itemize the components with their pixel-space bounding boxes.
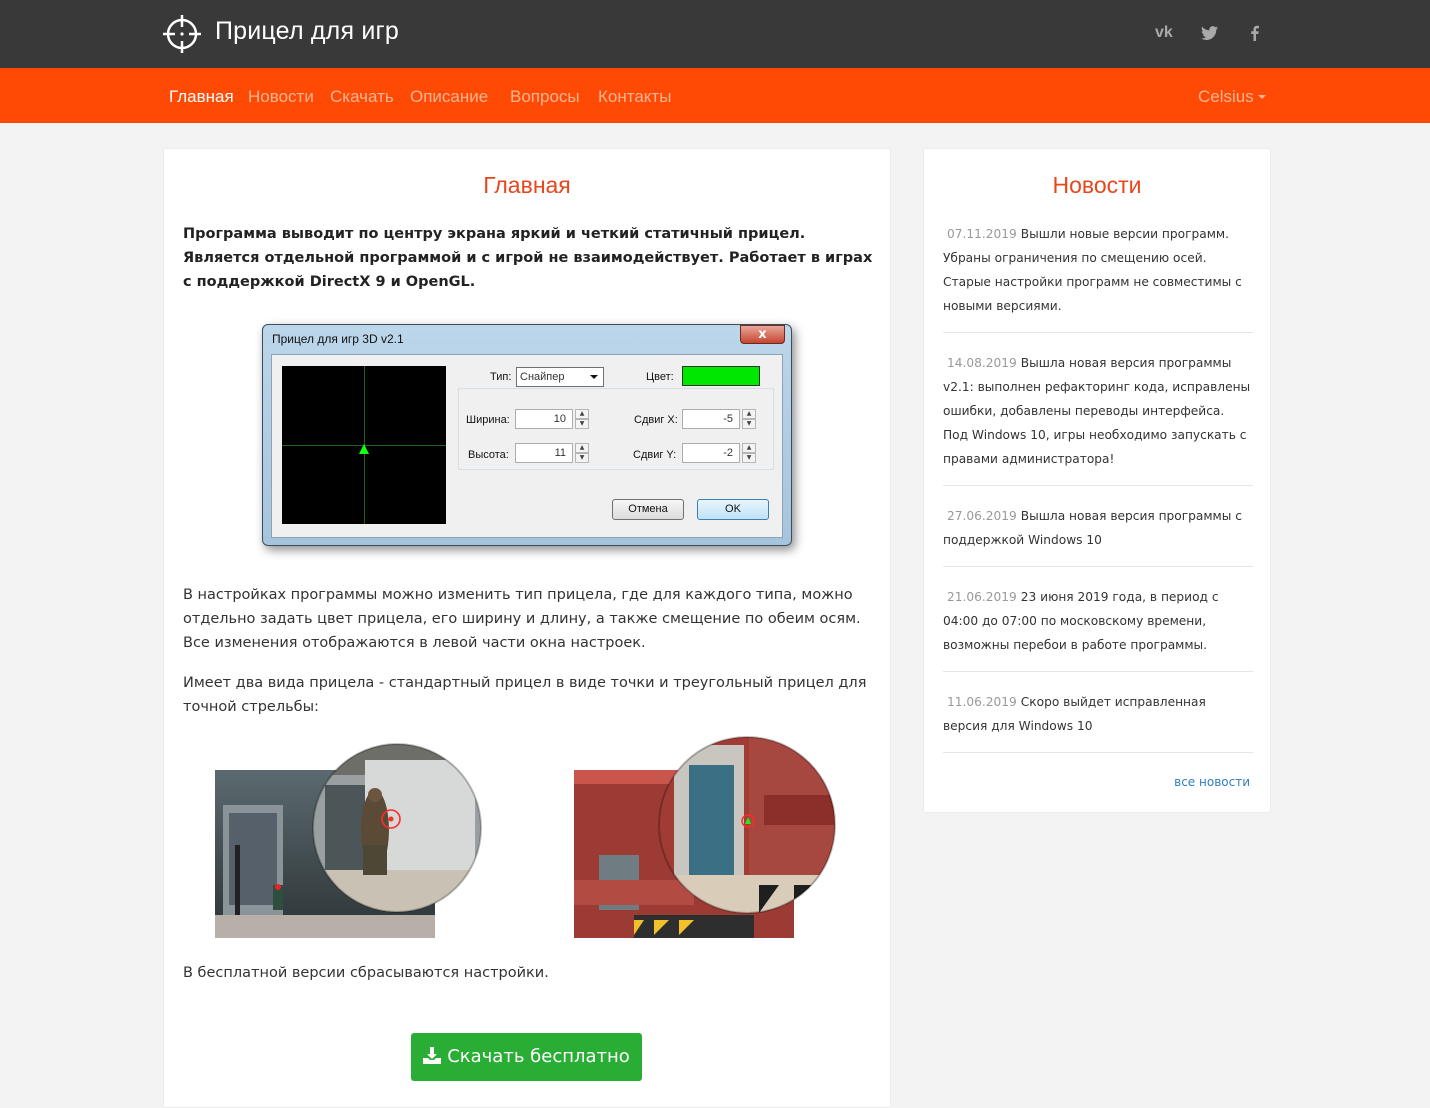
chevron-down-icon [590,375,598,379]
dialog-body: Тип: Снайпер Цвет: Ширина: 10 ▲ ▼ Высота:… [271,354,783,538]
news-item: 11.06.2019 Скоро выйдет исправленная верс… [943,690,1253,738]
crosshair-logo-icon[interactable] [162,14,202,54]
twitter-icon[interactable] [1201,26,1218,40]
news-date: 14.08.2019 [947,356,1017,370]
news-divider [943,332,1253,333]
page-title: Главная [483,172,571,198]
news-date: 11.06.2019 [947,695,1017,709]
dialog-cancel-button: Отмена [612,499,684,520]
main-navbar: Главная Новости Скачать Описание Вопросы… [0,68,1430,123]
news-panel: Новости 07.11.2019 Вышли новые версии про… [923,148,1271,813]
download-icon [423,1047,442,1064]
shift-x-field: -5 [682,409,740,429]
dialog-ok-button: OK [697,499,769,520]
settings-dialog-screenshot: Прицел для игр 3D v2.1 x Тип: Снайпер Цв… [262,324,792,546]
download-free-button[interactable]: Скачать бесплатно [411,1033,642,1081]
user-menu-dropdown[interactable]: Celsius [1198,87,1266,107]
height-field: 11 [515,443,573,463]
nav-home[interactable]: Главная [169,87,234,107]
news-text: Вышла новая версия программы v2.1: выпол… [943,356,1251,466]
description-paragraph-1: В настройках программы можно изменить ти… [183,587,861,651]
shift-y-field: -2 [682,443,740,463]
type-label: Тип: [490,371,512,383]
news-divider [943,752,1253,753]
type-select: Снайпер [516,367,604,387]
close-icon: x [740,325,785,344]
width-field: 10 [515,409,573,429]
news-item: 21.06.2019 23 июня 2019 года, в период с … [943,585,1253,657]
news-date: 27.06.2019 [947,509,1017,523]
shift-y-spinner: ▲ ▼ [742,443,756,463]
width-label: Ширина: [466,414,510,426]
crosshair-preview [282,366,446,524]
news-divider [943,671,1253,672]
color-swatch [682,366,760,386]
free-version-note: В бесплатной версии сбрасываются настрой… [183,965,549,981]
download-button-label: Скачать бесплатно [447,1046,630,1067]
news-item: 14.08.2019 Вышла новая версия программы v… [943,351,1253,471]
user-name: Celsius [1198,87,1254,106]
nav-faq[interactable]: Вопросы [510,87,580,107]
description-paragraph-2: Имеет два вида прицела - стандартный при… [183,675,867,715]
nav-description[interactable]: Описание [410,87,488,107]
facebook-icon[interactable] [1250,25,1259,41]
nav-contacts[interactable]: Контакты [598,87,671,107]
vk-icon[interactable]: vk [1155,24,1173,42]
height-label: Высота: [468,449,509,461]
news-title: Новости [1052,172,1142,198]
news-date: 07.11.2019 [947,227,1017,241]
caret-down-icon [1257,95,1266,99]
main-content-panel: Главная Программа выводит по центру экра… [163,148,891,1108]
height-spinner: ▲ ▼ [575,443,589,463]
triangle-crosshair-icon [359,444,369,454]
shift-x-spinner: ▲ ▼ [742,409,756,429]
news-item: 07.11.2019 Вышли новые версии программ. У… [943,222,1253,318]
news-divider [943,566,1253,567]
shift-x-label: Сдвиг X: [634,414,678,426]
news-date: 21.06.2019 [947,590,1017,604]
color-label: Цвет: [646,371,674,383]
width-spinner: ▲ ▼ [575,409,589,429]
intro-text: Программа выводит по центру экрана яркий… [183,226,873,290]
all-news-link[interactable]: все новости [1174,775,1250,789]
game-screenshot-dot-crosshair [215,743,482,938]
dialog-title: Прицел для игр 3D v2.1 [272,332,404,346]
site-brand[interactable]: Прицел для игр [215,17,399,46]
news-divider [943,485,1253,486]
game-screenshot-triangle-crosshair [574,736,836,938]
shift-y-label: Сдвиг Y: [633,449,677,461]
news-item: 27.06.2019 Вышла новая версия программы с… [943,504,1253,552]
top-bar: Прицел для игр vk [0,0,1430,68]
nav-news[interactable]: Новости [248,87,314,107]
nav-download[interactable]: Скачать [330,87,394,107]
